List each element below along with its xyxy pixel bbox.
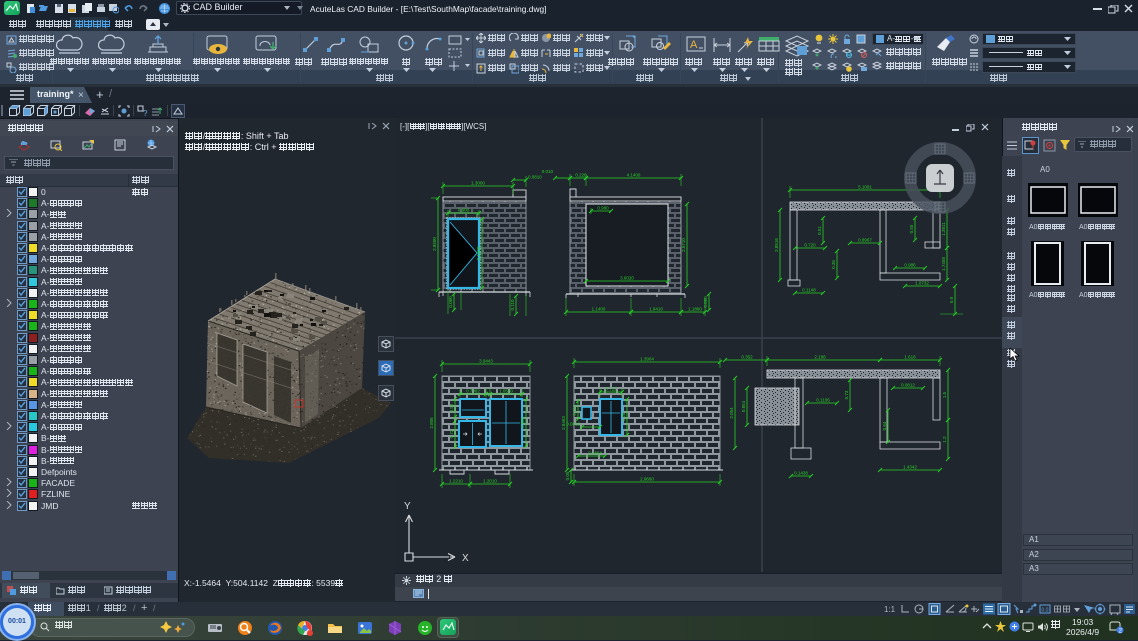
svg-text:1.3904: 1.3904 [640,357,654,362]
svg-text:2.188: 2.188 [814,355,826,360]
svg-text:0.73: 0.73 [844,390,849,399]
svg-text:1.2010: 1.2010 [483,479,497,484]
svg-text:1.0550: 1.0550 [499,389,513,394]
svg-text:0.0: 0.0 [1042,608,1049,614]
svg-text:1.3000: 1.3000 [471,181,485,186]
svg-text:?: ? [143,109,148,117]
svg-text:1.1880: 1.1880 [688,307,702,312]
svg-text:0.980: 0.980 [597,206,609,211]
svg-text:0.110: 0.110 [510,299,515,310]
svg-text:1.618: 1.618 [904,355,916,360]
svg-text:0.1148: 0.1148 [802,288,816,293]
svg-text:1.9410: 1.9410 [649,307,663,312]
svg-text:1:1: 1:1 [884,605,896,614]
svg-text:0.010: 0.010 [542,169,554,174]
svg-text:0.51: 0.51 [817,226,822,235]
svg-text:0.512: 0.512 [572,404,577,416]
svg-text:3.9443: 3.9443 [479,359,493,364]
svg-text:0.986: 0.986 [904,263,916,268]
svg-text:1.1400: 1.1400 [592,307,606,312]
svg-text:1.561: 1.561 [520,416,525,428]
svg-text:2.1000: 2.1000 [476,246,481,260]
svg-text:2.9660: 2.9660 [640,477,654,482]
svg-text:0.8967: 0.8967 [858,238,872,243]
svg-text:0.52: 0.52 [449,403,454,412]
svg-text:0.352: 0.352 [741,355,753,360]
svg-text:2.8516: 2.8516 [774,238,779,252]
svg-text:3.6020: 3.6020 [620,276,634,281]
svg-text:5.1091: 5.1091 [858,185,872,190]
svg-text:1.26: 1.26 [621,412,626,421]
svg-text:4.1400: 4.1400 [627,173,641,178]
svg-text:0.1106: 0.1106 [816,398,830,403]
svg-text:2.8500: 2.8500 [432,237,437,251]
svg-text:0.36: 0.36 [831,260,836,269]
svg-text:0.9: 0.9 [949,296,954,303]
svg-text:0.0812: 0.0812 [901,383,915,388]
svg-text:1.5: 1.5 [942,391,947,398]
svg-text:0.72: 0.72 [449,429,454,438]
svg-text:0.1438: 0.1438 [794,471,808,476]
svg-text:0.712: 0.712 [605,387,617,392]
svg-text:1.3811: 1.3811 [941,222,946,236]
svg-text:0.05: 0.05 [565,471,570,480]
svg-text:1.7458: 1.7458 [941,257,946,271]
svg-text:0.55: 0.55 [909,224,914,233]
svg-text:0.060: 0.060 [703,296,708,308]
svg-text:0.64: 0.64 [882,421,887,430]
svg-text:1.2210: 1.2210 [449,479,463,484]
svg-text:Y: Y [404,501,411,512]
svg-text:X: X [462,553,469,564]
svg-text:0.220: 0.220 [575,173,587,178]
svg-text:0.0812: 0.0812 [566,422,580,427]
svg-text:0.720: 0.720 [804,243,816,248]
svg-text:1.0732: 1.0732 [915,281,929,286]
svg-text:1.2: 1.2 [942,436,947,443]
svg-text:2.054: 2.054 [729,407,734,419]
svg-text:0.854: 0.854 [741,400,746,412]
svg-text:0.060: 0.060 [448,296,453,308]
svg-text:A: A [690,39,698,51]
svg-text:2.6710: 2.6710 [681,238,686,252]
svg-text:0.900: 0.900 [458,208,470,213]
svg-text:0.0810: 0.0810 [528,175,542,180]
svg-text:1.4342: 1.4342 [903,465,917,470]
svg-text:0.7982: 0.7982 [466,389,480,394]
svg-text:2.806: 2.806 [429,417,434,429]
svg-text:0.1804: 0.1804 [588,451,602,456]
